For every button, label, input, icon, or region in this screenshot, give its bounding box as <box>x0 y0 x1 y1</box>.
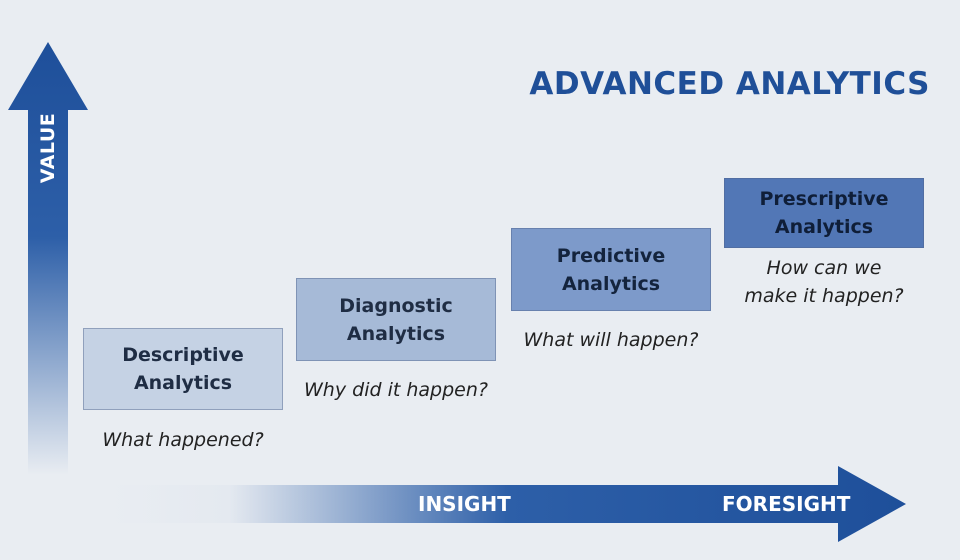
diagnostic-question: Why did it happen? <box>286 376 506 404</box>
insight-label: INSIGHT <box>418 492 511 516</box>
stage-label-line: Descriptive <box>122 344 244 366</box>
predictive-question: What will happen? <box>501 326 721 354</box>
question-line: What will happen? <box>523 329 699 351</box>
stage-label-line: Prescriptive <box>759 188 889 210</box>
question-line: make it happen? <box>744 285 904 307</box>
foresight-label: FORESIGHT <box>722 492 851 516</box>
stage-label-line: Analytics <box>133 372 233 394</box>
descriptive-question: What happened? <box>83 426 283 454</box>
question-line: Why did it happen? <box>304 379 488 401</box>
stage-label-line: Predictive <box>556 244 666 267</box>
question-line: What happened? <box>102 429 264 451</box>
prescriptive-analytics-box: Prescriptive Analytics <box>724 178 924 248</box>
stage-label-line: Diagnostic <box>339 294 453 317</box>
stage-label-line: Analytics <box>346 322 446 345</box>
diagnostic-analytics-box: Diagnostic Analytics <box>296 278 496 361</box>
stage-label-line: Analytics <box>561 272 661 295</box>
predictive-analytics-box: Predictive Analytics <box>511 228 711 311</box>
descriptive-analytics-box: Descriptive Analytics <box>83 328 283 410</box>
prescriptive-question: How can we make it happen? <box>714 254 934 310</box>
stage-label-line: Analytics <box>774 216 874 238</box>
question-line: How can we <box>766 257 882 279</box>
